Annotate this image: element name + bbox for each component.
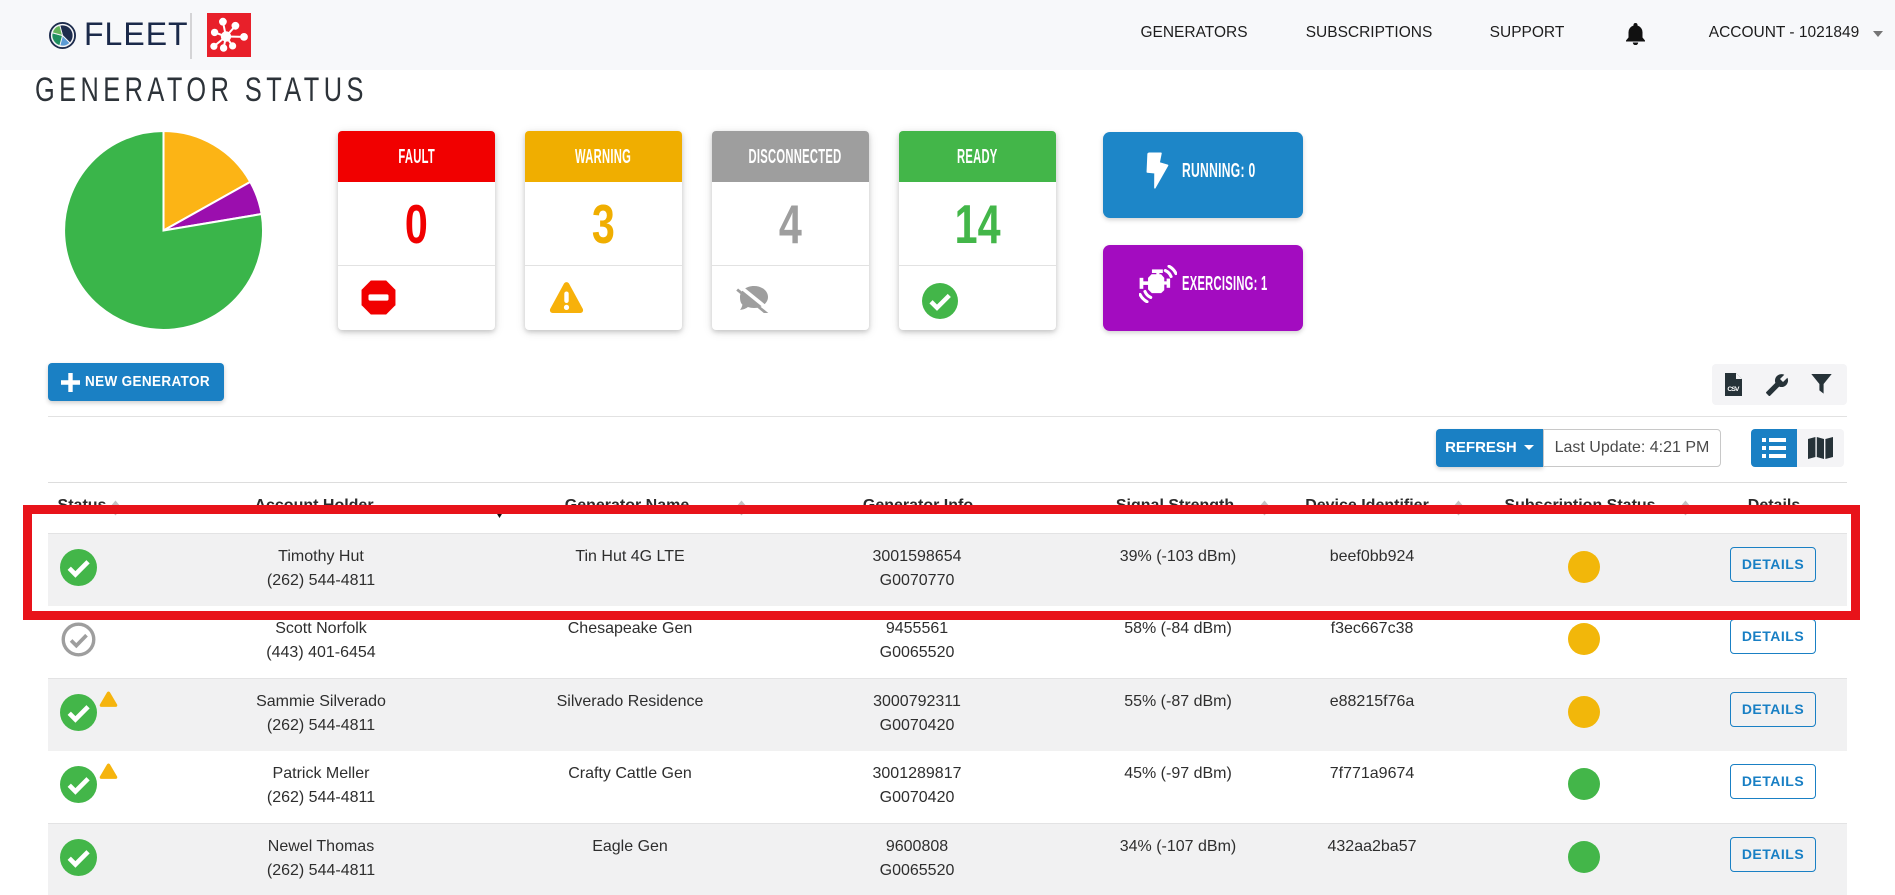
svg-text:CSV: CSV: [1727, 386, 1739, 393]
